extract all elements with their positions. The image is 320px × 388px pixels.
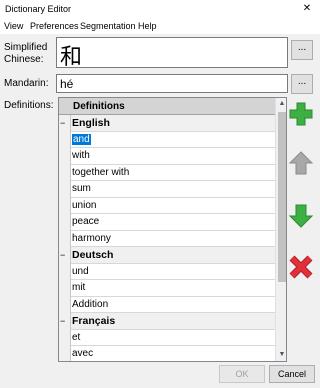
definition-row[interactable]: and	[71, 132, 275, 148]
language-group-label: English	[72, 117, 110, 129]
plus-icon	[289, 102, 313, 126]
delete-x-icon	[289, 255, 313, 279]
cancel-button[interactable]: Cancel	[269, 365, 315, 383]
definition-row[interactable]: peace	[71, 214, 275, 231]
menu-help[interactable]: Help	[138, 21, 157, 31]
menu-bar: View Preferences Segmentation Help	[0, 18, 320, 33]
collapse-icon[interactable]: −	[60, 118, 65, 128]
definition-row[interactable]: mit	[71, 280, 275, 297]
definition-row[interactable]: with	[71, 148, 275, 165]
ok-button[interactable]: OK	[219, 365, 265, 383]
language-group-row[interactable]: − Français	[60, 313, 275, 330]
grid-scrollbar[interactable]: ▲ ▼	[275, 98, 286, 361]
mandarin-label: Mandarin:	[4, 78, 49, 89]
language-group-row[interactable]: − Deutsch	[60, 247, 275, 264]
definition-text: und	[72, 265, 89, 277]
definition-text: together with	[72, 166, 130, 178]
title-bar: Dictionary Editor ✕	[0, 0, 320, 18]
delete-definition-button[interactable]	[288, 254, 314, 280]
scrollbar-thumb[interactable]	[278, 112, 286, 282]
move-up-button[interactable]	[288, 150, 314, 176]
definition-row[interactable]: avec	[71, 346, 275, 361]
definition-text: harmony	[72, 232, 111, 244]
mandarin-field[interactable]: hé	[56, 74, 288, 93]
scroll-up-arrow-icon[interactable]: ▲	[276, 98, 286, 110]
menu-segmentation[interactable]: Segmentation	[80, 21, 136, 31]
definition-text: sum	[72, 183, 91, 194]
definition-text: mit	[72, 282, 86, 293]
add-definition-button[interactable]	[288, 101, 314, 127]
simplified-chinese-label: Simplified Chinese:	[4, 42, 48, 65]
definition-row[interactable]: harmony	[71, 231, 275, 247]
definition-row[interactable]: union	[71, 198, 275, 214]
window-title: Dictionary Editor	[5, 4, 72, 14]
move-down-button[interactable]	[288, 203, 314, 229]
definition-row[interactable]: et	[71, 330, 275, 346]
menu-preferences[interactable]: Preferences	[30, 21, 79, 31]
definition-text: avec	[72, 348, 94, 359]
close-button[interactable]: ✕	[300, 2, 314, 16]
language-group-label: Deutsch	[72, 249, 114, 261]
definition-text: peace	[72, 216, 100, 227]
definitions-grid[interactable]: Definitions − English and with together with…	[58, 97, 287, 362]
menu-view[interactable]: View	[4, 21, 23, 31]
definition-text: and	[72, 133, 91, 145]
grid-header-label: Definitions	[73, 101, 125, 112]
mandarin-browse-button[interactable]: ...	[291, 74, 313, 94]
grid-header: Definitions	[59, 98, 275, 115]
language-group-row[interactable]: − English	[60, 115, 275, 132]
definition-text: et	[72, 331, 81, 343]
definition-row[interactable]: together with	[71, 165, 275, 181]
definition-row[interactable]: sum	[71, 181, 275, 198]
collapse-icon[interactable]: −	[60, 250, 65, 260]
definition-row[interactable]: Addition	[71, 297, 275, 313]
simplified-chinese-browse-button[interactable]: ...	[291, 40, 313, 60]
definitions-label: Definitions:	[4, 100, 54, 111]
arrow-up-icon	[288, 151, 314, 175]
scroll-down-arrow-icon[interactable]: ▼	[276, 349, 286, 361]
language-group-label: Français	[72, 315, 116, 327]
collapse-icon[interactable]: −	[60, 316, 65, 326]
simplified-chinese-value: 和	[60, 45, 83, 70]
arrow-down-icon	[288, 204, 314, 228]
definition-row[interactable]: und	[71, 264, 275, 280]
definition-text: with	[72, 150, 90, 161]
definition-text: union	[72, 199, 97, 211]
definition-text: Addition	[72, 298, 109, 310]
simplified-chinese-field[interactable]: 和	[56, 37, 288, 70]
mandarin-value: hé	[60, 77, 74, 91]
